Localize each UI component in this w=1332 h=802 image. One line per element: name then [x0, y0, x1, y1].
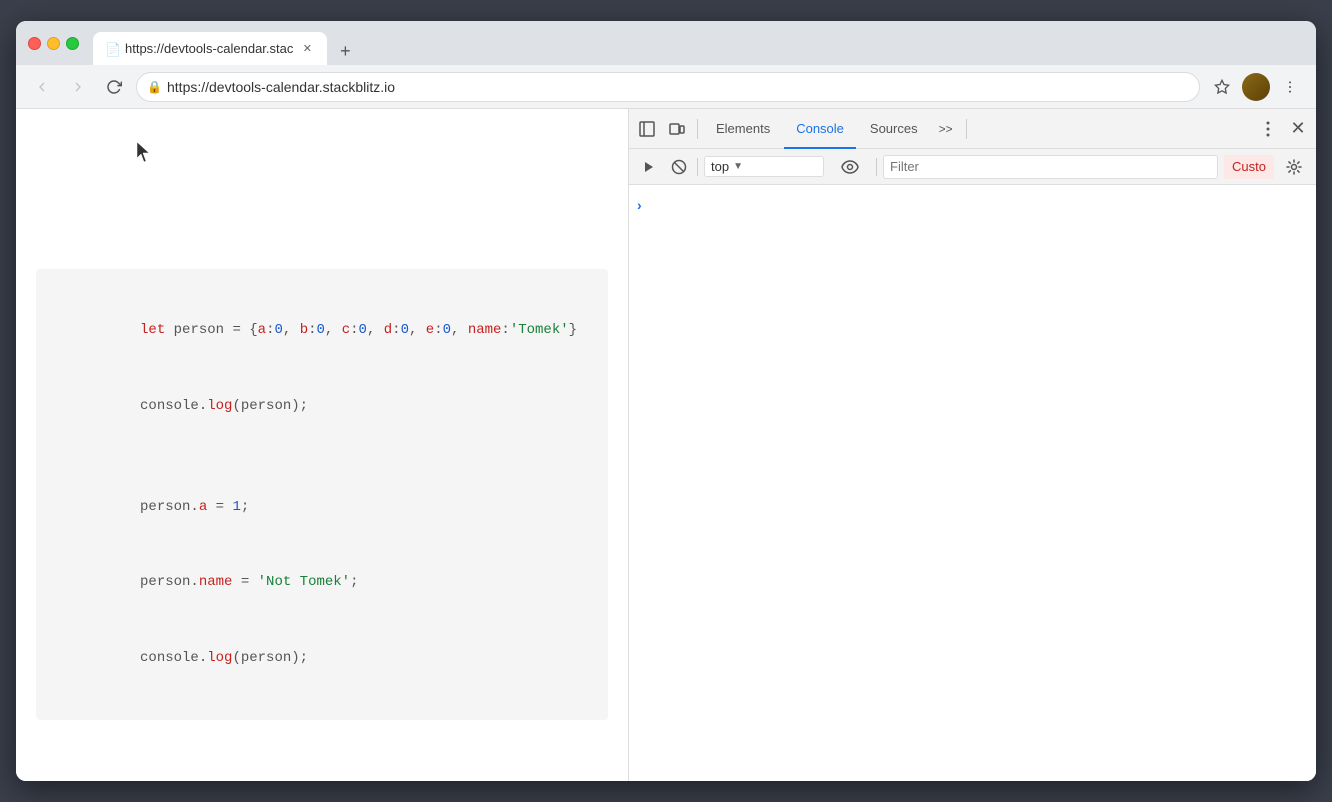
console-toolbar: top ▼ Custo	[629, 149, 1316, 185]
title-bar: 📄 https://devtools-calendar.stac ✕ +	[16, 21, 1316, 65]
more-options-button[interactable]	[1276, 73, 1304, 101]
tab-favicon-icon: 📄	[105, 42, 119, 56]
tab-title: https://devtools-calendar.stac	[125, 41, 293, 56]
console-prompt-line[interactable]: ›	[629, 193, 1316, 217]
close-button[interactable]	[28, 37, 41, 50]
code-line-5: person.name = 'Not Tomek';	[56, 545, 588, 621]
code-block: let person = {a:0, b:0, c:0, d:0, e:0, n…	[36, 269, 608, 720]
context-selector[interactable]: top ▼	[704, 156, 824, 177]
avatar	[1242, 73, 1270, 101]
url-text: https://devtools-calendar.stackblitz.io	[167, 79, 395, 95]
block-url-button[interactable]	[667, 155, 691, 179]
forward-button[interactable]	[64, 73, 92, 101]
code-line-1: let person = {a:0, b:0, c:0, d:0, e:0, n…	[56, 293, 588, 369]
dropdown-arrow-icon: ▼	[733, 161, 743, 172]
page-content: let person = {a:0, b:0, c:0, d:0, e:0, n…	[16, 109, 628, 781]
cursor-arrow-icon	[136, 141, 154, 167]
browser-window: 📄 https://devtools-calendar.stac ✕ + 🔒 h…	[16, 21, 1316, 781]
tab-elements[interactable]: Elements	[704, 109, 782, 149]
prompt-arrow-icon: ›	[637, 197, 642, 213]
maximize-button[interactable]	[66, 37, 79, 50]
reload-button[interactable]	[100, 73, 128, 101]
content-area: let person = {a:0, b:0, c:0, d:0, e:0, n…	[16, 109, 1316, 781]
code-line-3	[56, 444, 588, 469]
console-separator-2	[876, 158, 877, 176]
browser-tab[interactable]: 📄 https://devtools-calendar.stac ✕	[93, 32, 327, 65]
address-input[interactable]: 🔒 https://devtools-calendar.stackblitz.i…	[136, 72, 1200, 102]
console-settings-button[interactable]	[1280, 153, 1308, 181]
toolbar-separator-1	[697, 119, 698, 139]
devtools-top-toolbar: Elements Console Sources >> ✕	[629, 109, 1316, 149]
toolbar-separator-2	[966, 119, 967, 139]
custom-levels-button[interactable]: Custo	[1224, 155, 1274, 179]
back-button[interactable]	[28, 73, 56, 101]
more-tabs-button[interactable]: >>	[932, 115, 960, 143]
tab-bar: 📄 https://devtools-calendar.stac ✕ +	[93, 21, 1304, 65]
device-toolbar-button[interactable]	[663, 115, 691, 143]
context-label: top	[711, 159, 729, 174]
profile-button[interactable]	[1242, 73, 1270, 101]
code-line-4: person.a = 1;	[56, 469, 588, 545]
address-right-buttons	[1208, 73, 1304, 101]
new-tab-button[interactable]: +	[331, 37, 359, 65]
console-separator-1	[697, 158, 698, 176]
devtools-close-button[interactable]: ✕	[1284, 115, 1312, 143]
lock-icon: 🔒	[147, 80, 162, 94]
address-bar: 🔒 https://devtools-calendar.stackblitz.i…	[16, 65, 1316, 109]
code-line-6: console.log(person);	[56, 620, 588, 696]
devtools-panel: Elements Console Sources >> ✕	[628, 109, 1316, 781]
devtools-more-options-button[interactable]	[1254, 115, 1282, 143]
tab-sources[interactable]: Sources	[858, 109, 930, 149]
devtools-right-actions: ✕	[1254, 115, 1312, 143]
tab-close-button[interactable]: ✕	[299, 41, 315, 57]
minimize-button[interactable]	[47, 37, 60, 50]
code-line-2: console.log(person);	[56, 369, 588, 445]
bookmark-button[interactable]	[1208, 73, 1236, 101]
tab-console[interactable]: Console	[784, 109, 856, 149]
console-output: ›	[629, 185, 1316, 781]
filter-input[interactable]	[883, 155, 1218, 179]
inspect-element-button[interactable]	[633, 115, 661, 143]
cursor-indicator	[36, 129, 608, 169]
clear-console-button[interactable]	[637, 155, 661, 179]
traffic-lights	[28, 37, 79, 50]
live-expressions-button[interactable]	[830, 155, 870, 179]
